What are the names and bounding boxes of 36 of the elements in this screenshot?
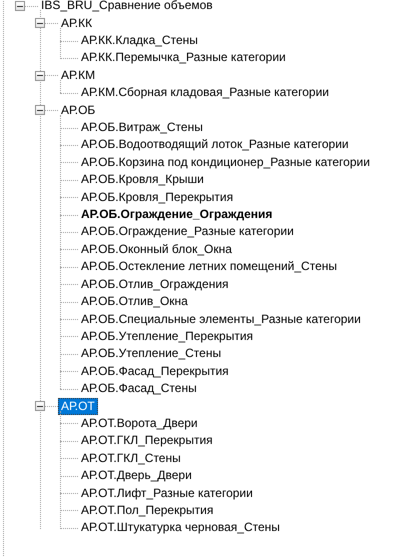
tree-item[interactable]: АР.ОБ.Корзина под кондиционер_Разные категории [78,154,373,171]
tree-item[interactable]: АР.КМ.Сборная кладовая_Разные категории [78,84,332,102]
tree-item[interactable]: АР.ОТ.Дверь_Двери [78,467,195,484]
tree-item[interactable]: АР.ОБ.Отлив_Окна [78,293,191,310]
collapse-icon[interactable] [35,18,45,28]
tree-item[interactable]: АР.ОТ.ГКЛ_Стены [78,450,184,467]
tree-item[interactable]: IBS_BRU_Сравнение объемов [38,0,216,14]
tree-item[interactable]: АР.ОТ.ГКЛ_Перекрытия [78,432,216,450]
tree-item[interactable]: АР.КМ [58,66,98,84]
tree-item[interactable]: АР.ОТ.Пол_Перекрытия [78,502,216,519]
collapse-icon[interactable] [35,401,45,412]
tree-item[interactable]: АР.ОТ.Штукатурка черновая_Стены [78,519,283,536]
tree-item[interactable]: АР.КК [58,14,96,32]
tree-item[interactable]: АР.КК.Перемычка_Разные категории [78,49,289,66]
tree-item[interactable]: АР.ОБ.Витраж_Стены [78,119,206,136]
tree-item[interactable]: АР.ОТ.Лифт_Разные категории [78,484,256,502]
collapse-icon[interactable] [35,70,45,81]
tree-item[interactable]: АР.ОБ.Остекление летних помещений_Стены [78,258,340,276]
collapse-icon[interactable] [35,105,45,116]
tree-item[interactable]: АР.ОБ.Утепление_Перекрытия [78,328,256,345]
tree-item[interactable]: АР.ОТ [58,398,98,415]
tree-item[interactable]: АР.КК.Кладка_Стены [78,32,201,50]
tree-item[interactable]: АР.ОБ.Водоотводящий лоток_Разные категории [78,136,352,154]
tree-item[interactable]: АР.ОБ.Фасад_Стены [78,380,200,398]
tree-item[interactable]: АР.ОБ.Ограждение_Ограждения [78,206,276,224]
tree-item[interactable]: АР.ОБ.Кровля_Крыши [78,171,207,188]
tree-item[interactable]: АР.ОБ.Фасад_Перекрытия [78,362,232,380]
tree-item[interactable]: АР.ОТ.Ворота_Двери [78,414,201,432]
tree-item[interactable]: АР.ОБ.Утепление_Стены [78,345,224,362]
tree-item[interactable]: АР.ОБ [58,102,98,119]
tree-item[interactable]: АР.ОБ.Специальные элементы_Разные категории [78,310,364,328]
tree-item[interactable]: АР.ОБ.Отлив_Ограждения [78,276,232,293]
tree-item[interactable]: АР.ОБ.Оконный блок_Окна [78,240,235,258]
collapse-icon[interactable] [15,1,25,11]
tree-item[interactable]: АР.ОБ.Ограждение_Разные категории [78,223,297,240]
tree-item[interactable]: АР.ОБ.Кровля_Перекрытия [78,188,236,206]
